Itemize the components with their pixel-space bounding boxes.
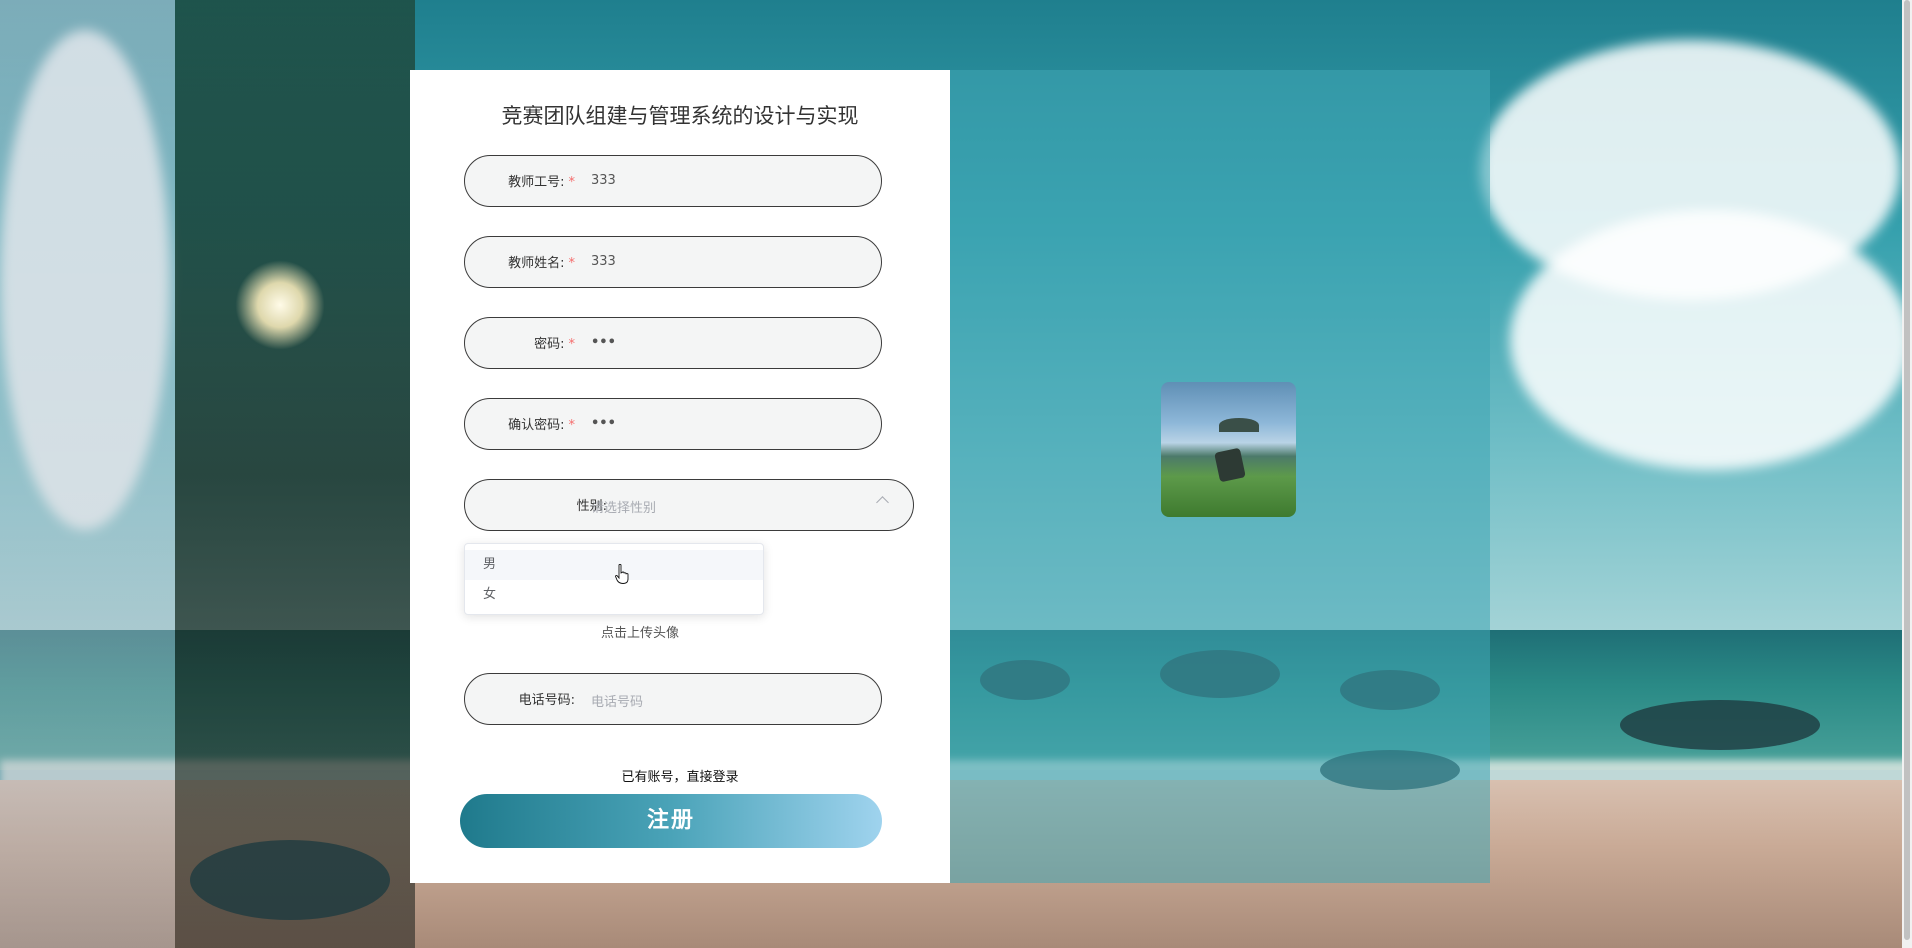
teacher-id-field[interactable]: 教师工号: * 333 — [464, 155, 882, 207]
teacher-name-field[interactable]: 教师姓名: * 333 — [464, 236, 882, 288]
palm-tree-area — [175, 0, 415, 948]
gender-option-male[interactable]: 男 — [465, 550, 763, 580]
sun — [235, 260, 325, 350]
rock — [190, 840, 390, 920]
register-button[interactable]: 注册 — [460, 794, 882, 848]
left-edge-strip — [0, 0, 175, 948]
scrollbar[interactable] — [1902, 0, 1912, 948]
field-label: 确认密码: * — [508, 418, 575, 433]
page-title: 竞赛团队组建与管理系统的设计与实现 — [501, 104, 859, 128]
login-link[interactable]: 已有账号，直接登录 — [410, 766, 950, 785]
password-field[interactable]: 密码: * ••• — [464, 317, 882, 369]
phone-input[interactable]: 电话号码 — [591, 691, 643, 710]
password-input[interactable]: ••• — [591, 335, 616, 350]
avatar-image[interactable] — [1161, 382, 1296, 517]
field-label: 密码: * — [534, 337, 575, 352]
field-label: 电话号码: — [518, 693, 575, 708]
phone-field[interactable]: 电话号码: 电话号码 — [464, 673, 882, 725]
upload-avatar-tip[interactable]: 点击上传头像 — [590, 622, 690, 641]
island-shape — [1219, 418, 1259, 432]
confirm-password-input[interactable]: ••• — [591, 416, 616, 431]
gender-placeholder: 请选择性别 — [591, 501, 657, 516]
chair-shape — [1214, 447, 1246, 483]
confirm-password-field[interactable]: 确认密码: * ••• — [464, 398, 882, 450]
chevron-up-icon[interactable] — [876, 496, 889, 509]
gender-dropdown: 男 女 — [464, 543, 764, 615]
register-card: 竞赛团队组建与管理系统的设计与实现 教师工号: * 333 教师姓名: * 333 … — [410, 70, 950, 883]
teacher-name-input[interactable]: 333 — [591, 254, 616, 269]
right-edge-strip — [1492, 0, 1902, 948]
scrollbar-thumb[interactable] — [1904, 0, 1910, 940]
gender-select[interactable]: 性别: 请选择性别 — [464, 479, 914, 531]
gender-option-female[interactable]: 女 — [465, 580, 763, 610]
teacher-id-input[interactable]: 333 — [591, 173, 616, 188]
field-label: 教师工号: * — [508, 175, 575, 190]
field-label: 教师姓名: * — [508, 256, 575, 271]
hand-cursor-icon — [615, 564, 629, 584]
